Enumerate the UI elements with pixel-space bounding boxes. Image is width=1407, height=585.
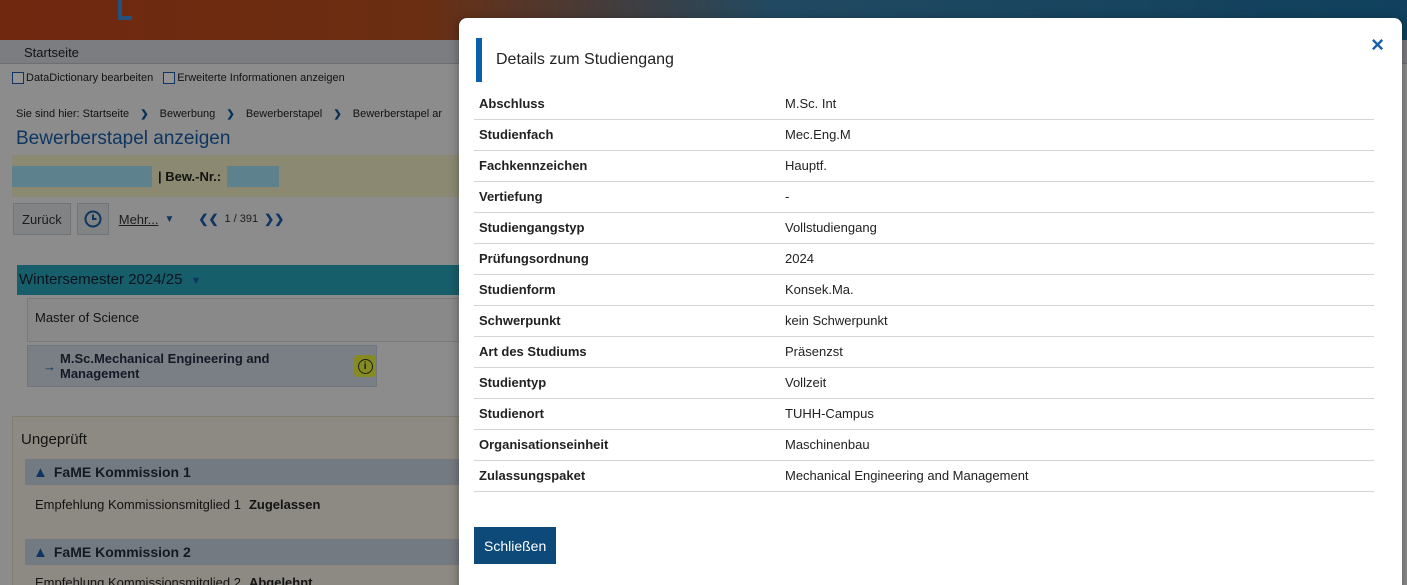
row-key: Art des Studiums xyxy=(474,336,782,368)
table-row: Abschluss M.Sc. Int xyxy=(474,88,1374,120)
row-value: TUHH-Campus xyxy=(782,398,1374,430)
row-key: Schwerpunkt xyxy=(474,305,782,337)
row-key: Fachkennzeichen xyxy=(474,150,782,182)
close-button[interactable]: Schließen xyxy=(474,527,557,564)
row-value: Präsenzst xyxy=(782,336,1374,368)
row-key: Organisationseinheit xyxy=(474,429,782,461)
row-value: kein Schwerpunkt xyxy=(782,305,1374,337)
row-value: Vollzeit xyxy=(782,367,1374,399)
table-row: Studienform Konsek.Ma. xyxy=(474,274,1374,306)
row-value: 2024 xyxy=(782,243,1374,275)
table-row: Fachkennzeichen Hauptf. xyxy=(474,150,1374,182)
table-row: Prüfungsordnung 2024 xyxy=(474,243,1374,275)
row-key: Studientyp xyxy=(474,367,782,399)
row-key: Vertiefung xyxy=(474,181,782,213)
dialog-header: Details zum Studiengang xyxy=(476,38,674,82)
table-row: Vertiefung - xyxy=(474,181,1374,213)
row-value: Vollstudiengang xyxy=(782,212,1374,244)
details-dialog: Details zum Studiengang × Abschluss M.Sc.… xyxy=(459,18,1402,585)
table-row: Zulassungspaket Mechanical Engineering an… xyxy=(474,460,1374,492)
details-table: Abschluss M.Sc. Int Studienfach Mec.Eng.M … xyxy=(474,88,1374,492)
table-row: Studiengangstyp Vollstudiengang xyxy=(474,212,1374,244)
row-key: Studienform xyxy=(474,274,782,306)
row-value: - xyxy=(782,181,1374,213)
table-row: Studienfach Mec.Eng.M xyxy=(474,119,1374,151)
row-value: Mec.Eng.M xyxy=(782,119,1374,151)
row-value: Hauptf. xyxy=(782,150,1374,182)
row-value: Mechanical Engineering and Management xyxy=(782,460,1374,492)
dialog-title: Details zum Studiengang xyxy=(496,51,674,68)
row-key: Studienort xyxy=(474,398,782,430)
table-row: Schwerpunkt kein Schwerpunkt xyxy=(474,305,1374,337)
close-icon[interactable]: × xyxy=(1371,34,1384,56)
row-key: Studienfach xyxy=(474,119,782,151)
row-value: Konsek.Ma. xyxy=(782,274,1374,306)
row-key: Prüfungsordnung xyxy=(474,243,782,275)
table-row: Studientyp Vollzeit xyxy=(474,367,1374,399)
row-key: Abschluss xyxy=(474,88,782,120)
row-value: Maschinenbau xyxy=(782,429,1374,461)
table-row: Art des Studiums Präsenzst xyxy=(474,336,1374,368)
table-row: Organisationseinheit Maschinenbau xyxy=(474,429,1374,461)
row-key: Studiengangstyp xyxy=(474,212,782,244)
row-key: Zulassungspaket xyxy=(474,460,782,492)
table-row: Studienort TUHH-Campus xyxy=(474,398,1374,430)
row-value: M.Sc. Int xyxy=(782,88,1374,120)
